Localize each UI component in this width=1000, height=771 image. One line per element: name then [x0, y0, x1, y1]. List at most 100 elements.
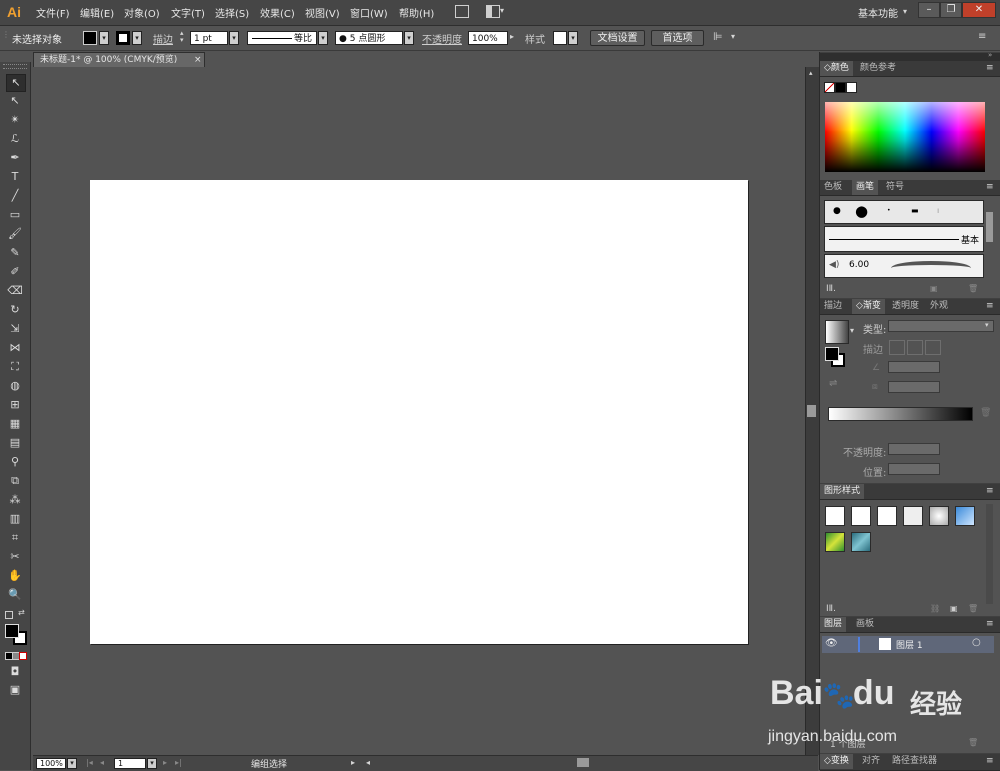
menu-object[interactable]: 对象(O): [124, 5, 160, 20]
graphic-style-outline[interactable]: [903, 506, 923, 526]
tab-layers[interactable]: 图层: [820, 617, 847, 632]
layer-row[interactable]: 👁 图层 1 ○: [822, 636, 994, 653]
line-tool-icon[interactable]: ╱: [6, 188, 24, 204]
first-artboard-icon[interactable]: |◂: [86, 758, 93, 767]
stroke-weight-dropdown[interactable]: ▾: [229, 31, 239, 45]
none-mode-icon[interactable]: [19, 652, 27, 660]
magic-wand-tool-icon[interactable]: ✴: [6, 112, 24, 128]
next-artboard-icon[interactable]: ▸: [163, 758, 167, 767]
tab-appearance[interactable]: 外观: [926, 299, 952, 314]
layer-name[interactable]: 图层 1: [896, 638, 923, 651]
vertical-scroll-thumb[interactable]: [807, 405, 816, 417]
style-library-icon[interactable]: ⅠⅡ.: [826, 604, 836, 614]
perspective-grid-tool-icon[interactable]: ⊞: [6, 397, 24, 413]
symbol-sprayer-tool-icon[interactable]: ⁂: [6, 492, 24, 508]
tab-swatches[interactable]: 色板: [820, 180, 846, 195]
chevron-down-icon[interactable]: ▾: [500, 6, 504, 15]
stroke-across-icon[interactable]: [925, 340, 941, 355]
brush-definition[interactable]: ● 5 点圆形: [335, 31, 403, 45]
none-swatch-icon[interactable]: [824, 82, 835, 93]
profile-dropdown[interactable]: ▾: [318, 31, 328, 45]
width-tool-icon[interactable]: ⋈: [6, 340, 24, 356]
panel-menu-icon[interactable]: ≡: [986, 486, 994, 496]
gradient-preview[interactable]: [825, 320, 849, 344]
blend-tool-icon[interactable]: ⧉: [6, 473, 24, 489]
graphic-style-blue[interactable]: [955, 506, 975, 526]
free-transform-tool-icon[interactable]: ⛶: [6, 359, 24, 375]
panel-menu-icon[interactable]: ≡: [986, 182, 994, 192]
artboard-dropdown[interactable]: ▾: [147, 758, 157, 769]
style-swatch[interactable]: [553, 31, 567, 45]
menu-select[interactable]: 选择(S): [215, 5, 249, 20]
gradient-tool-icon[interactable]: ▤: [6, 435, 24, 451]
new-style-icon[interactable]: ▣: [950, 604, 958, 613]
brush-library-icon[interactable]: ⅠⅡ.: [826, 284, 836, 294]
graphic-style-none[interactable]: [851, 506, 871, 526]
graphic-style-default[interactable]: [825, 506, 845, 526]
pen-tool-icon[interactable]: ✒: [6, 150, 24, 166]
panel-menu-icon[interactable]: ≡: [978, 31, 986, 42]
tab-color-guide[interactable]: 颜色参考: [856, 61, 900, 76]
stroke-along-icon[interactable]: [907, 340, 923, 355]
delete-icon[interactable]: 🗑: [968, 284, 978, 293]
lasso-tool-icon[interactable]: ℒ: [6, 131, 24, 147]
collapse-icon[interactable]: »: [988, 51, 992, 59]
angle-input[interactable]: [888, 361, 940, 373]
brush-scroll-thumb[interactable]: [986, 212, 993, 242]
tab-symbols[interactable]: 符号: [882, 180, 908, 195]
styles-scrollbar[interactable]: [986, 504, 993, 604]
stroke-within-icon[interactable]: [889, 340, 905, 355]
tab-brushes[interactable]: 画笔: [852, 180, 879, 195]
variable-width-profile[interactable]: 等比: [247, 31, 317, 45]
pencil-tool-icon[interactable]: ✎: [6, 245, 24, 261]
status-menu-icon[interactable]: ▸: [351, 758, 355, 767]
gradient-type-select[interactable]: ▾: [888, 320, 994, 332]
hand-tool-icon[interactable]: ✋: [6, 568, 24, 584]
stroke-weight-input[interactable]: 1 pt: [190, 31, 228, 45]
reverse-gradient-icon[interactable]: ⇌: [829, 378, 837, 389]
workspace-switcher[interactable]: 基本功能: [858, 5, 898, 20]
align-icon[interactable]: ⊫: [713, 30, 723, 43]
graphic-style-white[interactable]: [877, 506, 897, 526]
tab-gradient[interactable]: ◇渐变: [852, 299, 885, 314]
artboard-tool-icon[interactable]: ⌗: [6, 530, 24, 546]
new-brush-icon[interactable]: ▣: [930, 284, 938, 293]
fill-color-box[interactable]: [5, 624, 19, 638]
minimize-button[interactable]: –: [918, 2, 940, 18]
document-tab[interactable]: 未标题-1* @ 100% (CMYK/预览) ×: [33, 52, 205, 67]
column-graph-tool-icon[interactable]: ▥: [6, 511, 24, 527]
stroke-dropdown[interactable]: ▾: [132, 31, 142, 45]
default-colors-icon[interactable]: [5, 611, 13, 619]
opacity-input[interactable]: 100%: [468, 31, 508, 45]
artboard-number-input[interactable]: 1: [114, 758, 146, 769]
tab-artboards[interactable]: 画板: [852, 617, 878, 632]
bridge-icon[interactable]: [455, 5, 469, 18]
horizontal-scroll-thumb[interactable]: [577, 758, 589, 767]
delete-icon[interactable]: 🗑: [968, 604, 978, 613]
brush-tip-large[interactable]: ●: [855, 202, 868, 220]
chevron-down-icon[interactable]: ▾: [731, 32, 735, 41]
target-icon[interactable]: ○: [972, 637, 981, 648]
type-tool-icon[interactable]: T: [6, 169, 24, 185]
panel-menu-icon[interactable]: ≡: [986, 63, 994, 73]
black-swatch[interactable]: [835, 82, 846, 93]
screen-mode-icon[interactable]: ▣: [6, 682, 24, 698]
zoom-dropdown[interactable]: ▾: [67, 758, 77, 769]
panel-menu-icon[interactable]: ≡: [986, 619, 994, 629]
menu-file[interactable]: 文件(F): [36, 5, 70, 20]
brush-tip-small[interactable]: ●: [833, 206, 841, 216]
tab-transparency[interactable]: 透明度: [888, 299, 923, 314]
chevron-down-icon[interactable]: ▾: [850, 326, 854, 335]
menu-help[interactable]: 帮助(H): [399, 5, 434, 20]
selection-tool-icon[interactable]: ↖: [6, 74, 26, 92]
swap-colors-icon[interactable]: ⇄: [18, 608, 25, 617]
panel-menu-icon[interactable]: ≡: [986, 301, 994, 311]
zoom-tool-icon[interactable]: 🔍: [6, 587, 24, 603]
close-button[interactable]: ✕: [962, 2, 996, 18]
fill-color-swatch[interactable]: [83, 31, 97, 45]
brush-tip-thin[interactable]: ı: [937, 206, 939, 215]
opacity-arrow-icon[interactable]: ▸: [510, 32, 514, 41]
brush-tip-oval[interactable]: ▬: [911, 206, 919, 215]
basic-brush-row[interactable]: 基本: [824, 226, 984, 252]
brush-tip-tiny[interactable]: •: [887, 207, 891, 214]
